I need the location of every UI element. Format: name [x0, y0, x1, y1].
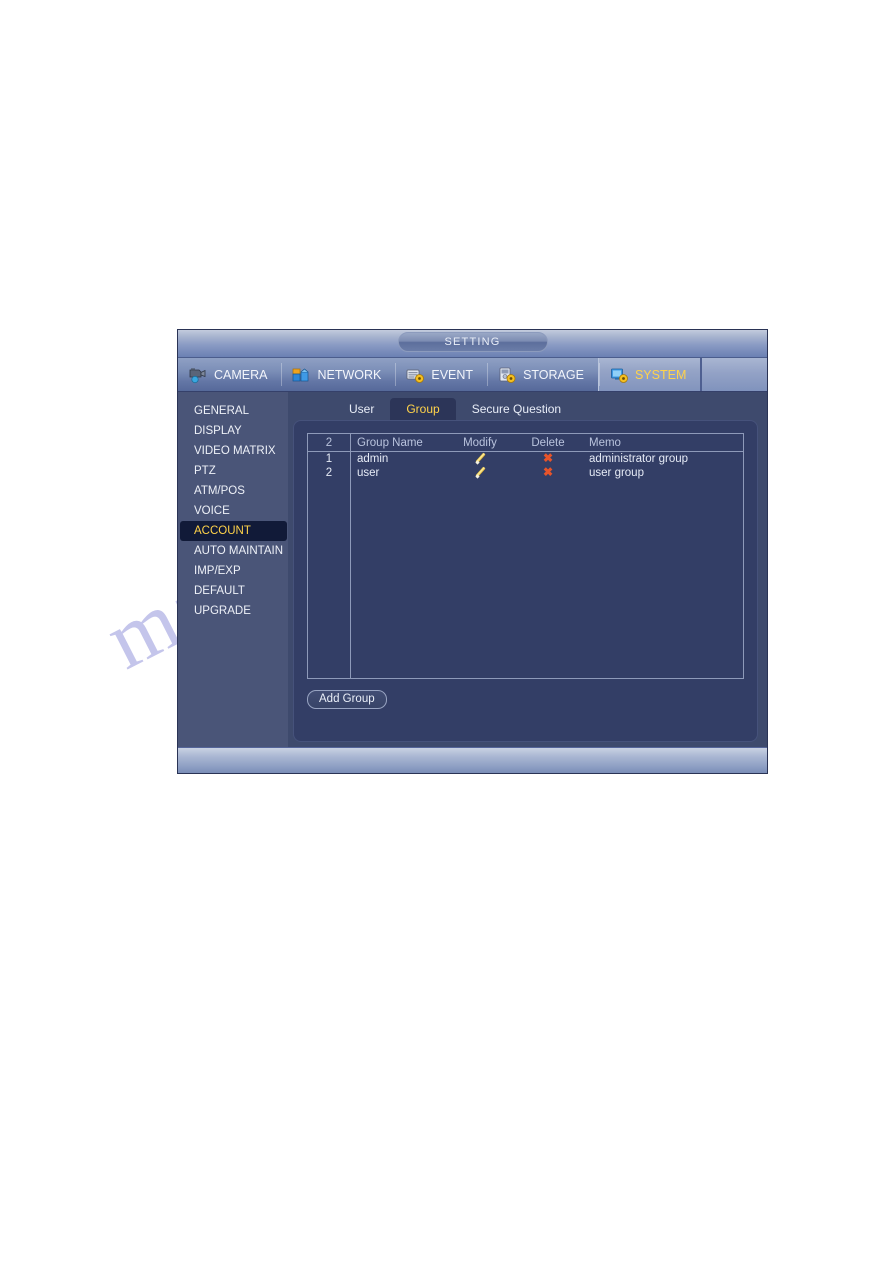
- row-index: 1: [325, 453, 333, 465]
- main-tab-bar: CAMERA NETWORK EVENT STORAGE SYSTEM: [178, 358, 767, 392]
- sidebar-item-display[interactable]: DISPLAY: [180, 421, 287, 441]
- row-delete-cell[interactable]: ✖: [514, 452, 582, 467]
- window-title-pill: SETTING: [397, 332, 548, 352]
- tab-network[interactable]: NETWORK: [281, 358, 395, 391]
- row-memo: user group: [589, 467, 644, 479]
- tab-camera[interactable]: CAMERA: [178, 358, 281, 391]
- settings-sidebar: GENERAL DISPLAY VIDEO MATRIX PTZ ATM/POS…: [178, 392, 288, 747]
- window-title: SETTING: [444, 336, 501, 348]
- sub-tab-secure-question[interactable]: Secure Question: [456, 398, 577, 420]
- settings-content: User Group Secure Question 2 Group Name …: [288, 392, 767, 747]
- table-header-delete: Delete: [514, 434, 582, 452]
- system-icon: [609, 366, 629, 384]
- sidebar-item-default[interactable]: DEFAULT: [180, 581, 287, 601]
- tab-system-label: SYSTEM: [634, 367, 687, 382]
- sidebar-item-general[interactable]: GENERAL: [180, 401, 287, 421]
- tab-storage[interactable]: STORAGE: [487, 358, 598, 391]
- sub-tab-user[interactable]: User: [333, 398, 390, 420]
- table-header-group-name: Group Name: [350, 434, 446, 452]
- storage-icon: [497, 366, 517, 384]
- table-row[interactable]: 1 admin ✖ administrator group: [308, 452, 743, 467]
- tab-camera-label: CAMERA: [214, 367, 268, 382]
- pencil-icon[interactable]: [475, 453, 486, 464]
- row-modify-cell[interactable]: [446, 452, 514, 467]
- group-panel: 2 Group Name Modify Delete Memo 1 admin: [293, 420, 758, 742]
- row-index: 2: [325, 467, 333, 479]
- group-table: 2 Group Name Modify Delete Memo 1 admin: [307, 433, 744, 679]
- row-memo: administrator group: [589, 453, 689, 465]
- tab-bar-filler: [701, 358, 767, 391]
- window-bottom-bar: [178, 747, 767, 773]
- sidebar-item-video-matrix[interactable]: VIDEO MATRIX: [180, 441, 287, 461]
- sidebar-item-voice[interactable]: VOICE: [180, 501, 287, 521]
- table-header-row: 2 Group Name Modify Delete Memo: [308, 434, 743, 452]
- sub-tab-group[interactable]: Group: [390, 398, 456, 420]
- sidebar-item-ptz[interactable]: PTZ: [180, 461, 287, 481]
- row-delete-cell[interactable]: ✖: [514, 466, 582, 480]
- camera-icon: [188, 366, 208, 384]
- row-group-name: user: [357, 467, 380, 479]
- table-header-count: 2: [308, 434, 350, 452]
- sidebar-item-atm-pos[interactable]: ATM/POS: [180, 481, 287, 501]
- sidebar-item-account[interactable]: ACCOUNT: [180, 521, 287, 541]
- tab-storage-label: STORAGE: [523, 367, 584, 382]
- add-group-button[interactable]: Add Group: [307, 690, 387, 709]
- tab-system[interactable]: SYSTEM: [597, 358, 702, 391]
- pencil-icon[interactable]: [475, 467, 486, 478]
- index-column-divider: [350, 434, 351, 678]
- event-icon: [405, 366, 425, 384]
- tab-event[interactable]: EVENT: [395, 358, 487, 391]
- row-group-name: admin: [357, 453, 389, 465]
- tab-event-label: EVENT: [431, 367, 474, 382]
- table-header-memo: Memo: [582, 434, 743, 452]
- account-sub-tab-bar: User Group Secure Question: [333, 398, 758, 420]
- window-body: GENERAL DISPLAY VIDEO MATRIX PTZ ATM/POS…: [178, 392, 767, 747]
- window-title-bar: SETTING: [178, 330, 767, 358]
- network-icon: [291, 366, 311, 384]
- sidebar-item-auto-maintain[interactable]: AUTO MAINTAIN: [180, 541, 287, 561]
- table-header-modify: Modify: [446, 434, 514, 452]
- sidebar-item-upgrade[interactable]: UPGRADE: [180, 601, 287, 621]
- row-modify-cell[interactable]: [446, 466, 514, 480]
- sidebar-item-imp-exp[interactable]: IMP/EXP: [180, 561, 287, 581]
- tab-network-label: NETWORK: [317, 367, 382, 382]
- x-icon[interactable]: ✖: [543, 452, 553, 464]
- table-row[interactable]: 2 user ✖ user group: [308, 466, 743, 480]
- setting-window: SETTING CAMERA NETWORK EVENT STORAGE SYS…: [178, 330, 767, 773]
- x-icon[interactable]: ✖: [543, 466, 553, 478]
